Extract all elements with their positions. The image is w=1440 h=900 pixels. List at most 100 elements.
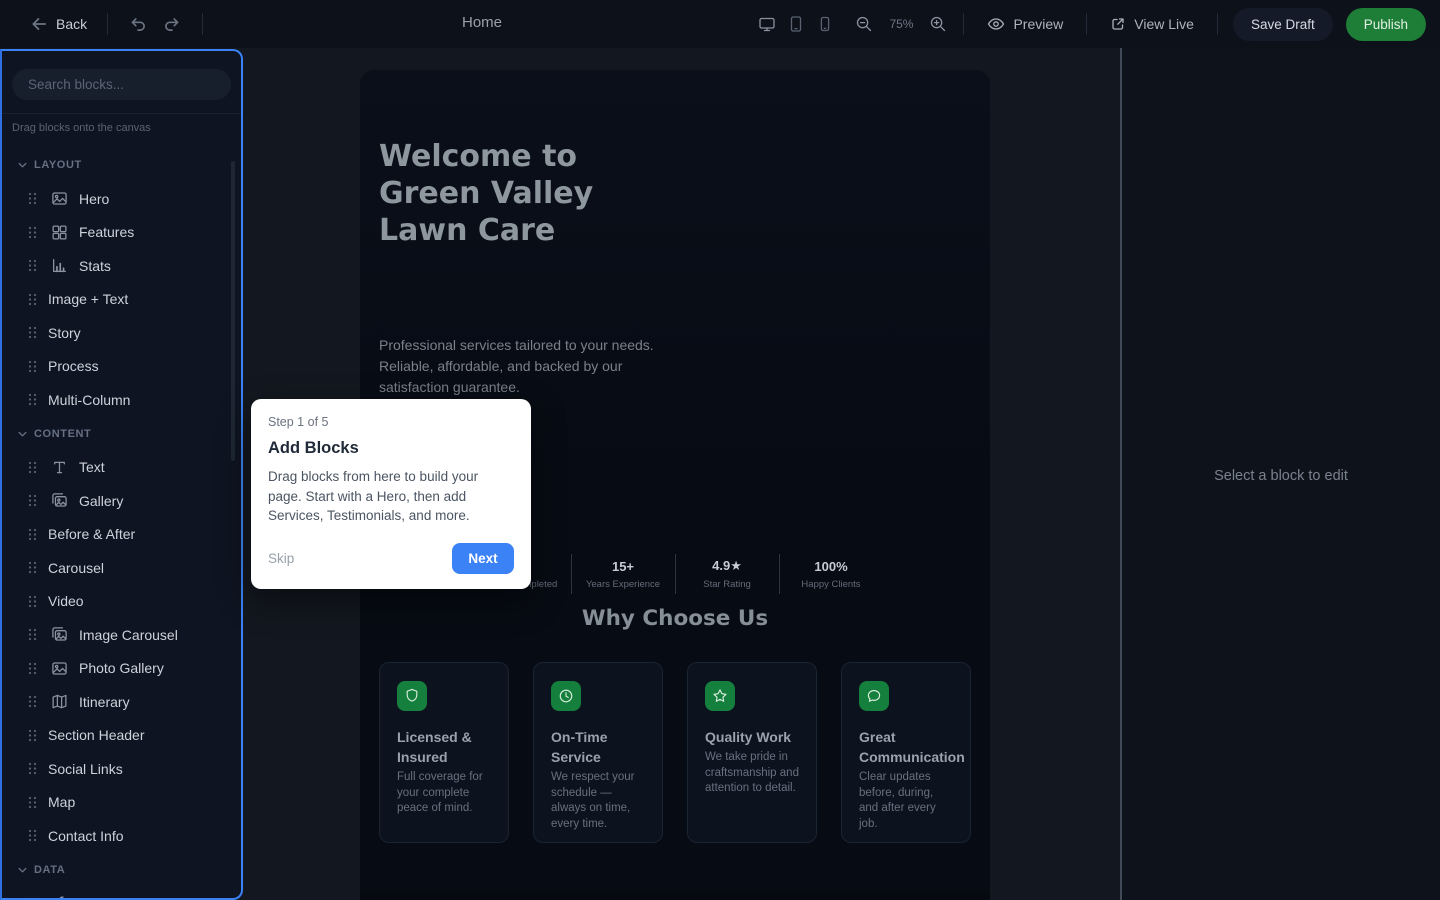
drag-handle-icon[interactable] (28, 729, 37, 742)
zoom-level: 75% (889, 17, 914, 31)
zoom-out-icon[interactable] (854, 14, 874, 34)
toolbar-divider (963, 13, 965, 35)
sidebar-block-before-after[interactable]: Before & After (2, 518, 241, 552)
block-label: Map (48, 794, 76, 811)
block-label: Features (79, 224, 135, 241)
feature-card[interactable]: Great Communication Clear updates before,… (841, 662, 971, 843)
sidebar-block-hero[interactable]: Hero (2, 182, 241, 216)
sidebar-block-itinerary[interactable]: Itinerary (2, 685, 241, 719)
drag-handle-icon[interactable] (28, 226, 37, 239)
feature-card[interactable]: Quality Work We take pride in craftsmansh… (687, 662, 817, 843)
stat-label: Happy Clients (801, 578, 861, 590)
sidebar-scrollbar[interactable] (231, 161, 235, 461)
section-label: DATA (34, 863, 66, 876)
sidebar-block-story[interactable]: Story (2, 316, 241, 350)
block-label: Text (79, 459, 105, 476)
image-icon (51, 660, 68, 677)
drag-handle-icon[interactable] (28, 796, 37, 809)
block-label: Services (79, 895, 133, 898)
stat-item: 15+ Years Experience (572, 552, 675, 596)
block-label: Gallery (79, 492, 124, 509)
gallery-icon (51, 492, 68, 509)
undo-icon[interactable] (128, 14, 148, 34)
view-live-button[interactable]: View Live (1110, 16, 1194, 32)
feature-card-body: Clear updates before, during, and after … (859, 771, 936, 830)
grid-icon (51, 224, 68, 241)
inspector-panel: Select a block to edit (1120, 48, 1440, 900)
drag-handle-icon[interactable] (28, 528, 37, 541)
sidebar-block-photo-gallery[interactable]: Photo Gallery (2, 652, 241, 686)
blocks-list: LAYOUT Hero Features Stats Image + Text Story… (2, 148, 241, 898)
blocks-sidebar: Drag blocks onto the canvas LAYOUT Hero Fe… (0, 49, 243, 900)
drag-handle-icon[interactable] (28, 662, 37, 675)
drag-handle-icon[interactable] (28, 628, 37, 641)
block-label: Image Carousel (79, 626, 178, 643)
page-footer-block (360, 892, 990, 900)
drag-handle-icon[interactable] (28, 695, 37, 708)
block-label: Image + Text (48, 291, 129, 308)
search-blocks-input[interactable] (12, 69, 231, 100)
stat-item: 100% Happy Clients (780, 552, 883, 596)
block-label: Stats (79, 257, 111, 274)
drag-handle-icon[interactable] (28, 561, 37, 574)
next-button[interactable]: Next (452, 542, 514, 574)
drag-handle-icon[interactable] (28, 259, 37, 272)
drag-handle-icon[interactable] (28, 192, 37, 205)
chevron-down-icon (18, 161, 27, 169)
sidebar-block-features[interactable]: Features (2, 216, 241, 250)
desktop-viewport-icon[interactable] (757, 14, 777, 34)
sidebar-block-image-carousel[interactable]: Image Carousel (2, 618, 241, 652)
save-draft-button[interactable]: Save Draft (1232, 7, 1333, 41)
sidebar-block-text[interactable]: Text (2, 451, 241, 485)
inspector-empty-state: Select a block to edit (1214, 468, 1348, 484)
onboarding-step-counter: Step 1 of 5 (268, 415, 329, 429)
feature-card-title: Licensed & Insured (397, 729, 472, 765)
toolbar-divider (1216, 13, 1218, 35)
preview-button[interactable]: Preview (987, 15, 1063, 33)
drag-handle-icon[interactable] (28, 829, 37, 842)
feature-card[interactable]: On-Time Service We respect your schedule … (533, 662, 663, 843)
toolbar-divider (202, 13, 204, 35)
back-button[interactable]: Back (30, 15, 87, 33)
sidebar-block-carousel[interactable]: Carousel (2, 551, 241, 585)
section-header-layout[interactable]: LAYOUT (2, 148, 241, 182)
drag-handle-icon[interactable] (28, 595, 37, 608)
onboarding-popup: Step 1 of 5 Add Blocks Drag blocks from … (251, 399, 531, 589)
drag-handle-icon[interactable] (28, 293, 37, 306)
section-header-data[interactable]: DATA (2, 853, 241, 887)
hero-title: Welcome to Green Valley Lawn Care (379, 139, 594, 248)
zoom-in-icon[interactable] (928, 14, 948, 34)
drag-handle-icon[interactable] (28, 461, 37, 474)
publish-button[interactable]: Publish (1345, 7, 1426, 41)
sidebar-block-image-text[interactable]: Image + Text (2, 283, 241, 317)
sidebar-block-section-header[interactable]: Section Header (2, 719, 241, 753)
block-label: Process (48, 358, 99, 375)
drag-handle-icon[interactable] (28, 762, 37, 775)
tablet-viewport-icon[interactable] (786, 14, 806, 34)
drag-handle-icon[interactable] (28, 494, 37, 507)
drag-handle-icon[interactable] (28, 393, 37, 406)
sidebar-block-social-links[interactable]: Social Links (2, 752, 241, 786)
sidebar-divider (2, 113, 241, 114)
sidebar-block-gallery[interactable]: Gallery (2, 484, 241, 518)
sidebar-block-process[interactable]: Process (2, 350, 241, 384)
stat-value: 15+ (611, 558, 635, 574)
sidebar-block-stats[interactable]: Stats (2, 249, 241, 283)
block-label: Social Links (48, 760, 123, 777)
sidebar-block-services[interactable]: Services (2, 887, 241, 898)
shield-icon (397, 681, 427, 711)
back-label: Back (56, 16, 88, 32)
mobile-viewport-icon[interactable] (815, 14, 835, 34)
sidebar-block-contact-info[interactable]: Contact Info (2, 819, 241, 853)
block-label: Hero (79, 190, 110, 207)
view-live-label: View Live (1134, 16, 1194, 32)
skip-button[interactable]: Skip (268, 551, 294, 566)
drag-handle-icon[interactable] (28, 326, 37, 339)
sidebar-block-video[interactable]: Video (2, 585, 241, 619)
sidebar-block-multi-column[interactable]: Multi-Column (2, 383, 241, 417)
redo-icon[interactable] (162, 14, 182, 34)
drag-handle-icon[interactable] (28, 360, 37, 373)
sidebar-block-map[interactable]: Map (2, 786, 241, 820)
section-header-content[interactable]: CONTENT (2, 417, 241, 451)
feature-card[interactable]: Licensed & Insured Full coverage for your… (379, 662, 509, 843)
